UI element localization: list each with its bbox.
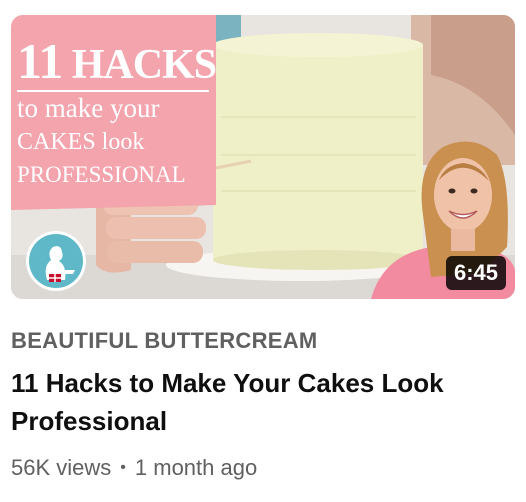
- duration-badge: 6:45: [445, 256, 506, 290]
- video-thumbnail[interactable]: 11 HACKS to make your CAKES look PROFESS…: [11, 15, 515, 299]
- channel-name[interactable]: BEAUTIFUL BUTTERCREAM: [11, 328, 318, 354]
- video-card[interactable]: 11 HACKS to make your CAKES look PROFESS…: [0, 0, 526, 502]
- thumbnail-title-word: HACKS: [71, 42, 217, 88]
- thumbnail-title-line-1: 11 HACKS: [17, 36, 217, 88]
- thumbnail-title-overlay: 11 HACKS to make your CAKES look PROFESS…: [11, 15, 217, 210]
- video-metadata: 56K views • 1 month ago: [11, 455, 257, 481]
- video-title[interactable]: 11 Hacks to Make Your Cakes Look Profess…: [11, 364, 511, 440]
- view-count: 56K views: [11, 455, 112, 480]
- upload-age: 1 month ago: [134, 455, 258, 480]
- thumbnail-title-line-2: to make your: [17, 93, 160, 123]
- thumbnail-title-line-4: PROFESSIONAL: [17, 162, 186, 187]
- meta-separator: •: [120, 459, 126, 476]
- thumbnail-title-number: 11: [17, 33, 63, 89]
- beautiful-buttercream-logo-icon: [26, 231, 86, 291]
- thumbnail-title-line-3: CAKES look: [17, 129, 145, 155]
